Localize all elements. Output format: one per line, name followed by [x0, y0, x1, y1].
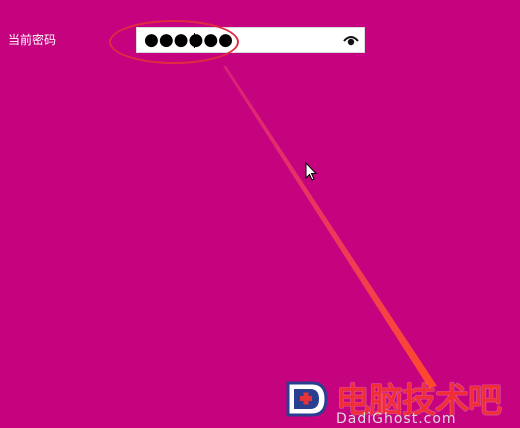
watermark-logo-icon — [286, 381, 328, 417]
red-annotation-arrow — [223, 66, 437, 388]
site-watermark: 电脑技术吧 DadiGhost.com — [278, 365, 520, 428]
watermark-subtitle: DadiGhost.com — [336, 411, 457, 427]
mouse-pointer-icon — [305, 162, 318, 181]
password-settings-screen: 当前密码 ●●●●●● 电脑技术吧 DadiGhost.com — [0, 0, 520, 428]
